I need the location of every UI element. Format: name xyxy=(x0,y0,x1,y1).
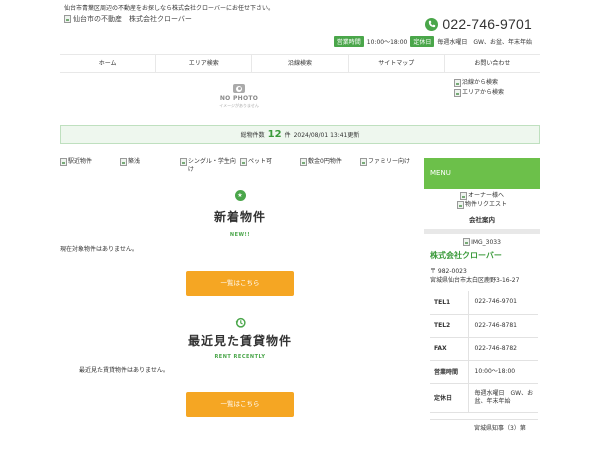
tel2-value[interactable]: 022-746-8781 xyxy=(468,314,538,338)
broken-image-icon xyxy=(454,79,461,87)
company-info-heading: 会社案内 xyxy=(469,216,495,224)
recent-list-button[interactable]: 一覧はこちら xyxy=(186,392,294,417)
nav-home[interactable]: ホーム xyxy=(60,55,157,72)
history-icon xyxy=(235,317,246,328)
count-updated: 2024/08/01 13:41更新 xyxy=(293,132,360,139)
camera-icon xyxy=(233,84,245,93)
header-phone[interactable]: 022-746-9701 xyxy=(425,16,532,32)
holiday-cell: 毎週水曜日 GW、お盆、年末年始 xyxy=(468,383,538,413)
category-zero-deposit[interactable]: 敷金0円物件 xyxy=(300,158,342,166)
company-image: IMG_3033 xyxy=(424,238,540,246)
recent-section-title: 最近見た賃貸物件 xyxy=(187,334,292,348)
area-search-link[interactable]: エリアから検索 xyxy=(454,88,504,98)
no-photo-sub: イメージがありません xyxy=(219,103,259,108)
tel1-value[interactable]: 022-746-9701 xyxy=(468,291,538,315)
new-section-title: 新着物件 xyxy=(213,210,266,224)
category-family[interactable]: ファミリー向け xyxy=(360,158,410,166)
category-new-build[interactable]: 築浅 xyxy=(120,158,140,166)
table-row: TEL1 022-746-9701 xyxy=(430,291,538,315)
nav-line-search[interactable]: 沿線検索 xyxy=(252,55,349,72)
main-content: ★ 新着物件 NEW!! 現在対象物件はありません。 一覧はこちら 最近見た賃貸… xyxy=(60,190,420,417)
owner-link[interactable]: オーナー様へ xyxy=(424,191,540,200)
phone-number: 022-746-9701 xyxy=(442,16,532,32)
no-photo-title: NO PHOTO xyxy=(219,95,259,102)
broken-image-icon xyxy=(240,158,247,166)
recent-empty-message: 最近見た賃貸物件はありません。 xyxy=(79,367,169,374)
holiday-value: 毎週水曜日 GW、お盆、年末年始 xyxy=(437,39,532,46)
divider xyxy=(424,229,540,234)
property-count-bar: 総物件数 12 件 2024/08/01 13:41更新 xyxy=(60,125,540,144)
count-number: 12 xyxy=(267,129,282,140)
sidebar-links: オーナー様へ 物件リクエスト xyxy=(424,191,540,209)
broken-image-icon xyxy=(64,15,71,23)
address-line: 宮城県仙台市太白区鹿野3-16-27 xyxy=(430,277,520,284)
logo-alt-text: 仙台市の不動産 株式会社クローバー xyxy=(73,15,192,23)
star-icon: ★ xyxy=(234,190,246,201)
new-list-button[interactable]: 一覧はこちら xyxy=(186,271,294,296)
global-nav: ホーム エリア検索 沿線検索 サイトマップ お問い合わせ xyxy=(60,54,540,73)
broken-image-icon xyxy=(120,158,127,166)
company-address: 〒 982-0023 宮城県仙台市太白区鹿野3-16-27 xyxy=(424,267,540,285)
table-row: TEL2 022-746-8781 xyxy=(430,314,538,338)
broken-image-icon xyxy=(456,200,464,209)
table-row: FAX 022-746-8782 xyxy=(430,337,538,361)
table-row: 営業時間 10:00～18:00 xyxy=(430,360,538,384)
broken-image-icon xyxy=(180,158,187,166)
property-request-link[interactable]: 物件リクエスト xyxy=(424,200,540,209)
business-hours: 営業時間 10:00～18:00 定休日 毎週水曜日 GW、お盆、年末年始 xyxy=(333,36,532,47)
count-unit: 件 xyxy=(284,132,291,139)
site-logo[interactable]: 仙台市の不動産 株式会社クローバー xyxy=(64,14,192,24)
broken-image-icon xyxy=(459,191,467,200)
menu-heading: MENU xyxy=(424,158,540,189)
tagline: 仙台市青葉区周辺の不動産をお探しなら株式会社クローバーにお任せ下さい。 xyxy=(64,5,274,12)
company-name: 株式会社クローバー xyxy=(430,251,502,260)
broken-image-icon xyxy=(360,158,367,166)
broken-image-icon xyxy=(60,158,67,166)
new-empty-message: 現在対象物件はありません。 xyxy=(60,246,138,253)
postal-code: 〒 982-0023 xyxy=(430,268,467,275)
table-row: 定休日 毎週水曜日 GW、お盆、年末年始 xyxy=(430,383,538,413)
count-label: 総物件数 xyxy=(240,132,265,139)
broken-image-icon xyxy=(463,238,471,246)
new-section-sub: NEW!! xyxy=(229,232,251,238)
nav-contact[interactable]: お問い合わせ xyxy=(445,55,540,72)
broken-image-icon xyxy=(454,89,461,97)
no-photo-placeholder: NO PHOTO イメージがありません xyxy=(216,78,262,118)
category-pet-ok[interactable]: ペット可 xyxy=(240,158,272,166)
license-row: 宮城県知事（3）第 xyxy=(430,418,538,432)
company-info-table: TEL1 022-746-9701 TEL2 022-746-8781 FAX 022… xyxy=(430,291,538,413)
search-links: 沿線から検索 エリアから検索 xyxy=(454,78,504,98)
fax-value: 022-746-8782 xyxy=(468,337,538,361)
hours-cell: 10:00～18:00 xyxy=(468,360,538,384)
category-single-student[interactable]: シングル・学生向け xyxy=(180,158,240,174)
broken-image-icon xyxy=(300,158,307,166)
category-near-station[interactable]: 駅近物件 xyxy=(60,158,92,166)
nav-area-search[interactable]: エリア検索 xyxy=(156,55,253,72)
phone-icon xyxy=(425,17,439,31)
nav-sitemap[interactable]: サイトマップ xyxy=(349,55,445,72)
sidebar: MENU オーナー様へ 物件リクエスト 会社案内 IMG_3033 株式会社クロ… xyxy=(424,158,540,432)
hours-badge: 営業時間 xyxy=(333,36,364,47)
recent-section-sub: RENT RECENTLY xyxy=(214,354,266,360)
line-search-link[interactable]: 沿線から検索 xyxy=(454,78,504,88)
holiday-badge: 定休日 xyxy=(410,36,435,47)
hours-value: 10:00～18:00 xyxy=(366,39,408,46)
